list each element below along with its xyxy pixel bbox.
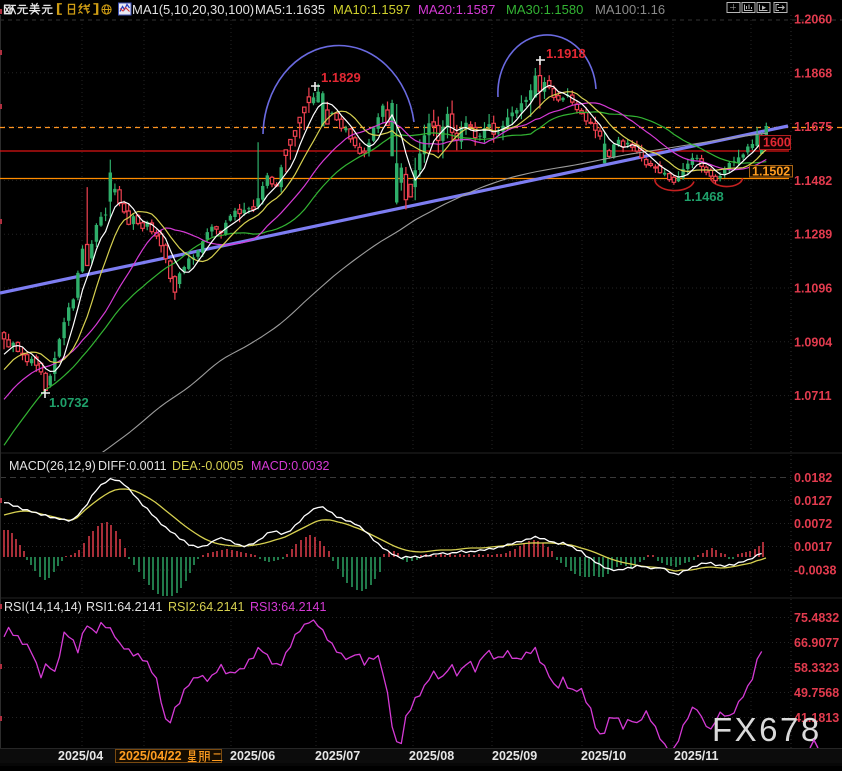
svg-text:2025/07: 2025/07 [315,749,360,763]
svg-text:MA20:1.1587: MA20:1.1587 [418,2,495,17]
svg-text:2025/10: 2025/10 [581,749,626,763]
svg-text:RSI3:64.2141: RSI3:64.2141 [250,600,326,614]
svg-text:MACD:0.0032: MACD:0.0032 [251,459,330,473]
svg-text:1600: 1600 [763,136,791,150]
svg-text:RSI1:64.2141: RSI1:64.2141 [86,600,162,614]
svg-text:2025/11: 2025/11 [674,749,719,763]
svg-text:DEA:-0.0005: DEA:-0.0005 [172,459,244,473]
svg-text:MACD(26,12,9): MACD(26,12,9) [9,459,96,473]
svg-text:MA1(5,10,20,30,100): MA1(5,10,20,30,100) [132,2,254,17]
svg-text:1.1502: 1.1502 [752,165,790,179]
svg-text:-0.0038: -0.0038 [794,564,836,578]
svg-text:RSI2:64.2141: RSI2:64.2141 [168,600,244,614]
svg-text:DIFF:0.0011: DIFF:0.0011 [98,459,167,473]
svg-text:2025/04: 2025/04 [58,749,103,763]
svg-text:1.0904: 1.0904 [794,335,832,349]
svg-text:1.1096: 1.1096 [794,282,832,296]
svg-text:2025/06: 2025/06 [230,749,275,763]
svg-text:0.0072: 0.0072 [794,517,832,531]
svg-text:1.1289: 1.1289 [794,228,832,242]
svg-text:1.1468: 1.1468 [684,189,724,204]
svg-text:2025/04/22: 2025/04/22 [119,749,182,763]
svg-text:2025/08: 2025/08 [409,749,454,763]
svg-text:0.0182: 0.0182 [794,471,832,485]
svg-text:66.9077: 66.9077 [794,636,839,650]
svg-text:RSI(14,14,14): RSI(14,14,14) [4,600,82,614]
svg-text:49.7568: 49.7568 [794,686,839,700]
svg-text:1.2060: 1.2060 [794,13,832,27]
svg-text:58.3323: 58.3323 [794,661,839,675]
svg-text:1.1918: 1.1918 [546,46,586,61]
svg-text:2025/09: 2025/09 [492,749,537,763]
svg-text:MA10:1.1597: MA10:1.1597 [333,2,410,17]
svg-text:1.1868: 1.1868 [794,66,832,80]
svg-text:75.4832: 75.4832 [794,611,839,625]
svg-text:0.0127: 0.0127 [794,494,832,508]
svg-text:MA5:1.1635: MA5:1.1635 [255,2,325,17]
svg-text:1.1482: 1.1482 [794,174,832,188]
svg-text:0.0017: 0.0017 [794,540,832,554]
svg-text:1.0732: 1.0732 [49,395,89,410]
svg-text:1.1675: 1.1675 [794,120,832,134]
svg-text:MA30:1.1580: MA30:1.1580 [506,2,583,17]
svg-text:1.1829: 1.1829 [321,70,361,85]
svg-text:1.0711: 1.0711 [794,389,832,403]
svg-text:MA100:1.16: MA100:1.16 [595,2,665,17]
svg-text:FX678: FX678 [712,711,822,748]
